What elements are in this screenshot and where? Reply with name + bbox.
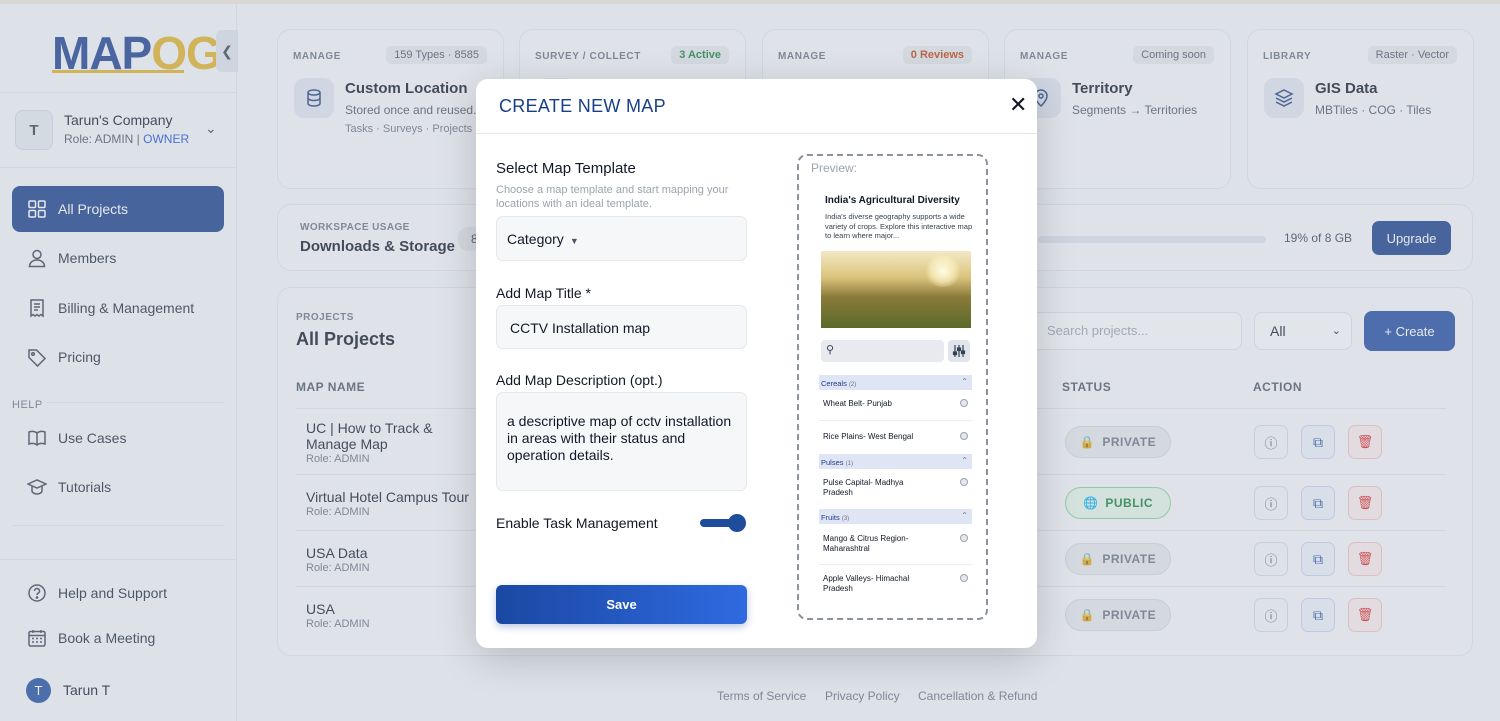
caret-down-icon: ▼ <box>569 236 579 246</box>
search-icon: ⚲ <box>826 344 835 356</box>
close-icon[interactable]: ✕ <box>1009 94 1027 116</box>
sliders-icon <box>948 340 970 362</box>
category-select[interactable]: Category ▼ <box>496 216 747 261</box>
preview-map-title: India's Agricultural Diversity <box>825 195 960 206</box>
preview-map-description: India's diverse geography supports a wid… <box>825 212 973 240</box>
chevron-up-icon: ⌃ <box>961 456 968 465</box>
template-label: Select Map Template <box>496 160 636 177</box>
preview-category: Fruits (3) ⌃ <box>819 509 972 524</box>
preview-label: Preview: <box>811 161 858 175</box>
preview-search-bar: ⚲ <box>821 340 944 362</box>
template-preview: Preview: India's Agricultural Diversity … <box>797 154 988 620</box>
map-description-label: Add Map Description (opt.) <box>496 372 663 388</box>
location-pin-icon <box>960 399 968 407</box>
preview-list-item: Apple Valleys- Himachal Pradesh <box>823 574 968 594</box>
map-description-textarea[interactable]: a descriptive map of cctv installation i… <box>496 392 747 491</box>
create-map-dialog: CREATE NEW MAP ✕ Select Map Template Cho… <box>476 79 1037 648</box>
location-pin-icon <box>960 478 968 486</box>
divider <box>819 564 972 565</box>
preview-phone-screen: India's Agricultural Diversity India's d… <box>818 178 975 608</box>
location-pin-icon <box>960 432 968 440</box>
preview-category: Pulses (1) ⌃ <box>819 454 972 469</box>
save-button[interactable]: Save <box>496 585 747 624</box>
preview-list-item: Wheat Belt- Punjab <box>823 399 968 409</box>
divider <box>476 133 1037 134</box>
location-pin-icon <box>960 574 968 582</box>
preview-cover-image <box>821 251 971 328</box>
map-title-input[interactable]: CCTV Installation map <box>496 305 747 349</box>
preview-list-item: Mango & Citrus Region- Maharashtral <box>823 534 968 554</box>
location-pin-icon <box>960 534 968 542</box>
template-help-text: Choose a map template and start mapping … <box>496 184 729 210</box>
chevron-up-icon: ⌃ <box>961 377 968 386</box>
toggle-knob <box>728 514 746 532</box>
dialog-title: CREATE NEW MAP <box>499 96 666 116</box>
task-management-label: Enable Task Management <box>496 515 658 531</box>
preview-list-item: Pulse Capital- Madhya Pradesh <box>823 478 968 498</box>
preview-list-item: Rice Plains- West Bengal <box>823 432 968 442</box>
sun-glow <box>923 255 963 287</box>
task-management-toggle[interactable] <box>700 514 748 532</box>
preview-category: Cereals (2) ⌃ <box>819 375 972 390</box>
map-title-label: Add Map Title * <box>496 285 591 301</box>
divider <box>819 420 972 421</box>
chevron-up-icon: ⌃ <box>961 511 968 520</box>
